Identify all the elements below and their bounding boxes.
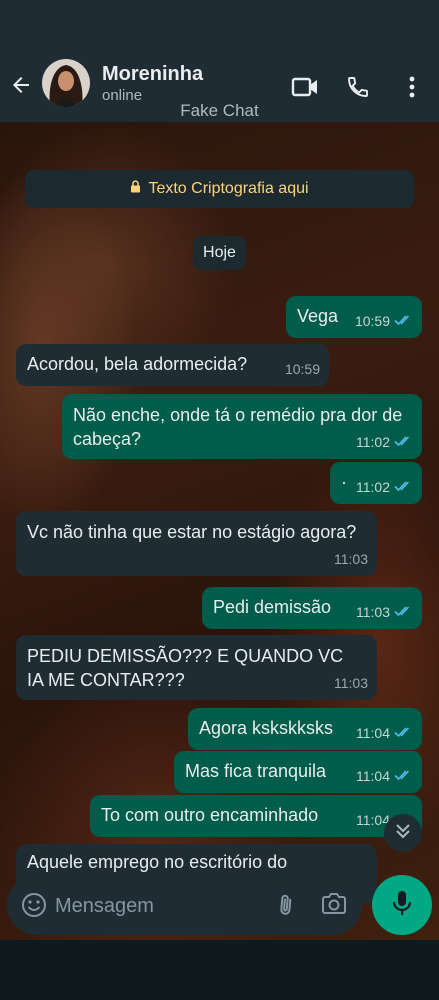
message-time: 10:59 xyxy=(354,313,390,329)
attach-icon[interactable] xyxy=(273,891,301,924)
voice-message-button[interactable] xyxy=(372,875,432,935)
fake-chat-watermark: Fake Chat xyxy=(180,101,259,120)
message-outgoing[interactable]: Mas fica tranquila 11:04 xyxy=(174,751,422,793)
message-outgoing[interactable]: To com outro encaminhado 11:04 xyxy=(90,795,422,837)
message-time: 11:02 xyxy=(356,434,390,450)
double-check-icon xyxy=(394,721,413,745)
message-outgoing[interactable]: · 11:02 xyxy=(330,462,422,504)
contact-name[interactable]: Moreninha xyxy=(102,63,203,86)
message-meta: 11:03 xyxy=(356,600,413,624)
double-check-icon xyxy=(394,475,413,499)
back-arrow-icon[interactable] xyxy=(6,70,36,100)
scroll-to-bottom-button[interactable] xyxy=(384,814,422,852)
message-composer xyxy=(7,875,362,935)
message-text: Acordou, bela adormecida? xyxy=(27,354,248,374)
message-time: 11:04 xyxy=(356,725,390,741)
message-time: 10:59 xyxy=(284,361,320,377)
message-outgoing[interactable]: Vega 10:59 xyxy=(286,296,422,338)
double-check-icon xyxy=(394,764,413,788)
message-outgoing[interactable]: Agora kskskksks 11:04 xyxy=(188,708,422,750)
date-separator: Hoje xyxy=(193,236,246,270)
message-meta: 10:59 xyxy=(285,357,320,381)
message-outgoing[interactable]: Pedi demissão 11:03 xyxy=(202,587,422,629)
emoji-icon[interactable] xyxy=(21,892,47,923)
video-call-icon[interactable] xyxy=(288,70,322,104)
chat-area[interactable]: Texto Criptografia aqui Hoje Vega 10:59 … xyxy=(0,122,439,940)
message-incoming[interactable]: Vc não tinha que estar no estágio agora?… xyxy=(16,511,377,576)
encryption-notice-text: Texto Criptografia aqui xyxy=(148,180,309,197)
phone-icon[interactable] xyxy=(341,70,375,104)
message-text: Aquele emprego no escritório do xyxy=(27,852,288,872)
message-time: 11:02 xyxy=(356,479,390,495)
double-check-icon xyxy=(394,600,413,624)
message-outgoing[interactable]: Não enche, onde tá o remédio pra dor de … xyxy=(62,394,422,459)
message-text: PEDIU DEMISSÃO??? E QUANDO VC IA ME CONT… xyxy=(27,646,344,690)
mic-icon xyxy=(391,889,413,922)
message-meta: 11:02 xyxy=(356,430,413,454)
message-text: Vc não tinha que estar no estágio agora? xyxy=(27,522,357,542)
message-input[interactable] xyxy=(53,887,257,925)
chevron-double-down-icon xyxy=(394,822,412,845)
encryption-notice[interactable]: Texto Criptografia aqui xyxy=(25,170,414,208)
more-options-icon[interactable] xyxy=(395,70,429,104)
double-check-icon xyxy=(394,309,413,333)
message-meta: 11:02 xyxy=(356,475,413,499)
camera-icon[interactable] xyxy=(320,891,348,922)
message-meta: 11:04 xyxy=(356,721,413,745)
message-incoming[interactable]: PEDIU DEMISSÃO??? E QUANDO VC IA ME CONT… xyxy=(16,635,377,700)
message-meta: 10:59 xyxy=(355,309,413,333)
message-meta: 11:03 xyxy=(334,547,368,571)
message-incoming[interactable]: Acordou, bela adormecida? 10:59 xyxy=(16,344,329,386)
message-meta: 11:03 xyxy=(334,671,368,695)
avatar[interactable] xyxy=(42,59,90,107)
lock-icon xyxy=(130,180,141,198)
message-time: 11:03 xyxy=(334,675,368,691)
message-meta: 11:04 xyxy=(356,764,413,788)
message-time: 11:03 xyxy=(356,604,390,620)
status-bar xyxy=(0,0,439,52)
message-time: 11:04 xyxy=(356,768,390,784)
message-time: 11:03 xyxy=(334,551,368,567)
double-check-icon xyxy=(394,430,413,454)
